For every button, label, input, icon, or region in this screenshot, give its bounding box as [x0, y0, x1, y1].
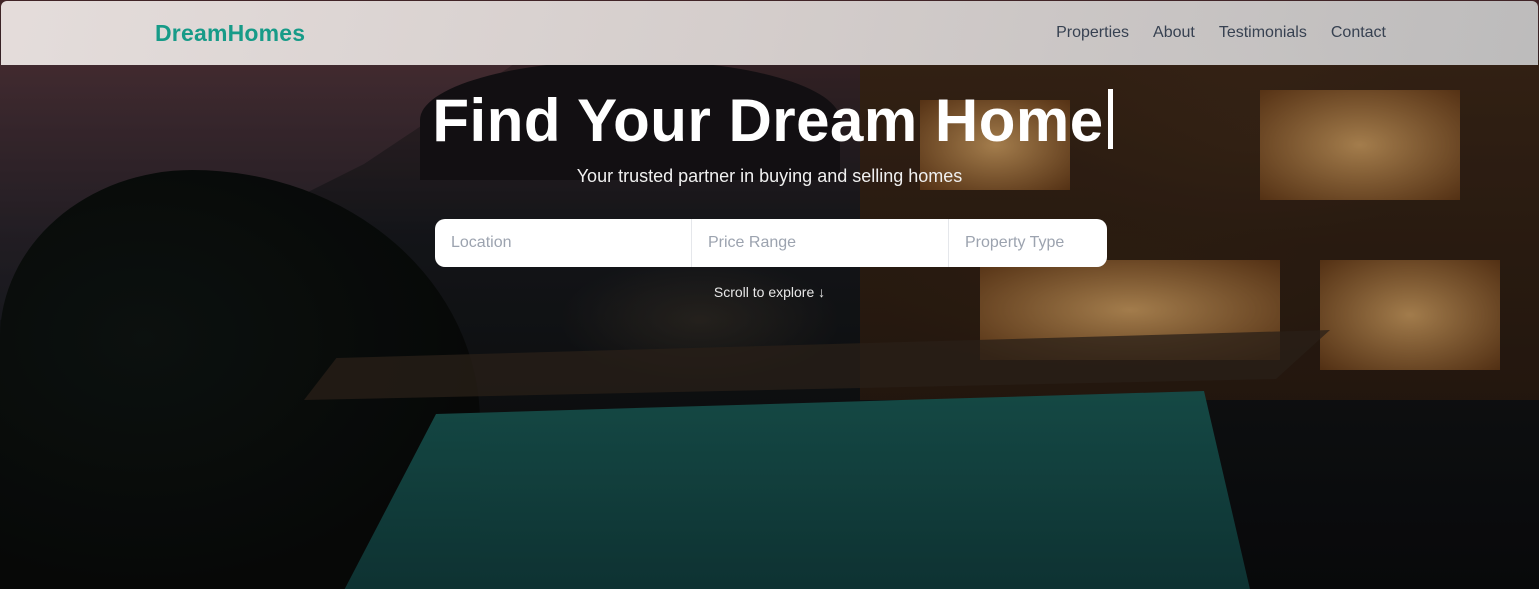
nav-link-about[interactable]: About	[1153, 24, 1195, 42]
brand-logo[interactable]: DreamHomes	[155, 20, 305, 47]
main-nav: Properties About Testimonials Contact	[1056, 24, 1386, 42]
hero-headline: Find Your Dream Home	[426, 87, 1113, 154]
nav-link-properties[interactable]: Properties	[1056, 24, 1129, 42]
search-bar	[435, 219, 1107, 267]
typing-cursor	[1107, 89, 1113, 149]
hero-headline-text: Find Your Dream Home	[432, 87, 1104, 154]
price-range-input[interactable]	[692, 219, 949, 267]
hero-content: Find Your Dream Home Your trusted partne…	[0, 88, 1539, 187]
scroll-hint[interactable]: Scroll to explore ↓	[0, 284, 1539, 300]
nav-link-contact[interactable]: Contact	[1331, 24, 1386, 42]
nav-link-testimonials[interactable]: Testimonials	[1219, 24, 1307, 42]
navbar: DreamHomes Properties About Testimonials…	[1, 1, 1538, 65]
hero-subtitle: Your trusted partner in buying and selli…	[576, 166, 963, 186]
property-type-input[interactable]	[949, 219, 1107, 267]
location-input[interactable]	[435, 219, 692, 267]
